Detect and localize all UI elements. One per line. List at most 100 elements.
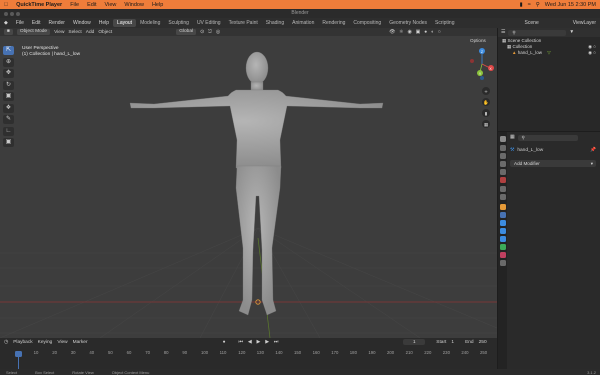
current-frame-field[interactable]: 1 [403, 339, 426, 345]
viewport-scene[interactable] [0, 28, 497, 338]
tab-rendering[interactable]: Rendering [318, 19, 349, 27]
navigation-gizmo[interactable]: X Y Z + ✋ ▮ ▦ [470, 42, 494, 152]
outliner-editor-icon[interactable]: ☰ [501, 30, 505, 35]
search-icon[interactable]: ⚲ [536, 2, 540, 8]
select-box-tool-icon[interactable]: ⇱ [3, 46, 14, 55]
collection-tab-icon[interactable] [499, 186, 506, 192]
properties-editor[interactable]: ▦ ⚲ ⚒ hand_L_low 📌 Add Modifier ▾ [498, 132, 600, 369]
viewport-menu-view[interactable]: View [54, 30, 64, 35]
cursor-tool-icon[interactable]: ⊕ [3, 57, 14, 67]
pin-icon[interactable]: 📌 [590, 148, 596, 153]
tab-layout[interactable]: Layout [113, 19, 137, 27]
tab-animation[interactable]: Animation [288, 19, 318, 27]
mac-menu-help[interactable]: Help [152, 2, 163, 8]
add-cube-tool-icon[interactable]: ▣ [3, 138, 14, 147]
data-tab-icon[interactable] [499, 244, 506, 250]
move-tool-icon[interactable]: ✥ [3, 69, 14, 78]
physics-tab-icon[interactable] [499, 228, 506, 234]
wifi-icon[interactable]: ≈ [528, 2, 531, 8]
battery-icon[interactable]: ▮ [520, 2, 523, 8]
overlays-icon[interactable]: ◉ [407, 30, 411, 35]
mac-menu-view[interactable]: View [105, 2, 117, 8]
viewport-menu-add[interactable]: Add [86, 30, 95, 35]
prev-key-icon[interactable]: ◀ [248, 340, 252, 345]
zoom-window-button[interactable] [16, 11, 20, 16]
jump-end-icon[interactable]: ⏭ [274, 339, 278, 345]
outliner-search-field[interactable]: ⚲ [508, 29, 567, 36]
shading-material-icon[interactable]: ◐ [431, 30, 434, 35]
snap-icon[interactable]: ⎋ [208, 29, 212, 35]
close-window-button[interactable] [4, 11, 8, 16]
xray-icon[interactable]: ▣ [416, 30, 421, 35]
scene-selector[interactable]: Scene [525, 20, 539, 26]
rotate-tool-icon[interactable]: ↻ [3, 80, 14, 90]
tool-tab-icon[interactable] [499, 136, 506, 142]
menu-render[interactable]: Render [45, 20, 69, 26]
visibility-icon[interactable]: 👁 [389, 30, 395, 35]
output-tab-icon[interactable] [499, 153, 506, 159]
timeline-editor[interactable]: ◷ Playback Keying View Marker ● ⏮ ◀ ▶ ▶ … [0, 338, 497, 369]
3d-viewport[interactable]: ■ Object Mode View Select Add Object Glo… [0, 28, 497, 338]
tab-compositing[interactable]: Compositing [349, 19, 385, 27]
shading-render-icon[interactable]: ○ [438, 30, 441, 35]
world-tab-icon[interactable] [499, 177, 506, 183]
properties-editor-icon[interactable]: ▦ [510, 135, 515, 140]
mode-selector[interactable]: Object Mode [16, 29, 51, 35]
menu-help[interactable]: Help [95, 20, 113, 26]
timeline-menu-marker[interactable]: Marker [73, 340, 88, 345]
menu-edit[interactable]: Edit [28, 20, 45, 26]
app-menu-name[interactable]: QuickTime Player [16, 2, 62, 8]
menu-clock[interactable]: Wed Jun 15 2:30 PM [545, 2, 596, 8]
outliner-row-object[interactable]: ▲ hand_L_low ▽ ◉ ○ [498, 50, 600, 56]
tab-scripting[interactable]: Scripting [431, 19, 458, 27]
transform-orientation-selector[interactable]: Global [176, 29, 197, 35]
texture-tab-icon[interactable] [499, 194, 506, 200]
tab-modeling[interactable]: Modeling [136, 19, 164, 27]
viewport-menu-object[interactable]: Object [98, 30, 112, 35]
annotate-tool-icon[interactable]: ✎ [3, 115, 14, 124]
timeline-ruler[interactable]: 1102030405060708090100110120130140150160… [0, 350, 497, 358]
view-layer-tab-icon[interactable] [499, 161, 506, 167]
material-tab-icon[interactable] [499, 252, 506, 258]
scene-tab-icon[interactable] [499, 169, 506, 175]
gizmo-toggle-icon[interactable]: ⚛ [399, 30, 403, 35]
viewport-menu-select[interactable]: Select [68, 30, 81, 35]
modifiers-tab-icon[interactable] [499, 212, 506, 218]
timeline-menu-view[interactable]: View [57, 340, 67, 345]
blender-logo-icon[interactable]: ◆ [0, 20, 12, 26]
outliner[interactable]: ☰ ⚲ ▼ ▦ Scene Collection ▦ Collection ◉ … [498, 28, 600, 131]
tab-texture-paint[interactable]: Texture Paint [225, 19, 262, 27]
tab-sculpting[interactable]: Sculpting [164, 19, 193, 27]
shading-solid-icon[interactable]: ● [424, 30, 427, 35]
minimize-window-button[interactable] [10, 11, 14, 16]
visibility-eye-icon[interactable]: ◉ ○ [588, 50, 596, 56]
next-key-icon[interactable]: ▶ [265, 340, 269, 345]
end-frame-field[interactable]: 250 [479, 340, 487, 345]
menu-window[interactable]: Window [69, 20, 95, 26]
mac-menu-window[interactable]: Window [124, 2, 144, 8]
editor-type-icon[interactable]: ■ [4, 29, 13, 35]
view-layer-selector[interactable]: ViewLayer [573, 20, 596, 26]
transform-tool-icon[interactable]: ❖ [3, 103, 14, 113]
filter-icon[interactable]: ▼ [569, 30, 574, 35]
tab-uv-editing[interactable]: UV Editing [193, 19, 225, 27]
tab-shading[interactable]: Shading [262, 19, 288, 27]
play-icon[interactable]: ▶ [257, 340, 261, 345]
render-tab-icon[interactable] [499, 145, 506, 151]
mac-menu-file[interactable]: File [70, 2, 79, 8]
proportional-edit-icon[interactable]: ◎ [216, 30, 220, 35]
pivot-icon[interactable]: ⊙ [200, 30, 204, 35]
texture-data-tab-icon[interactable] [499, 260, 506, 266]
timeline-menu-playback[interactable]: Playback [13, 340, 32, 345]
properties-search-field[interactable]: ⚲ [517, 134, 578, 141]
measure-tool-icon[interactable]: ∟ [3, 126, 14, 136]
constraints-tab-icon[interactable] [499, 236, 506, 242]
particles-tab-icon[interactable] [499, 220, 506, 226]
start-frame-field[interactable]: 1 [451, 340, 454, 345]
apple-icon[interactable]:  [4, 2, 8, 8]
add-modifier-button[interactable]: Add Modifier ▾ [510, 160, 596, 167]
menu-file[interactable]: File [12, 20, 28, 26]
mac-menu-edit[interactable]: Edit [87, 2, 96, 8]
scale-tool-icon[interactable]: ▣ [3, 92, 14, 101]
record-icon[interactable]: ● [223, 340, 226, 345]
